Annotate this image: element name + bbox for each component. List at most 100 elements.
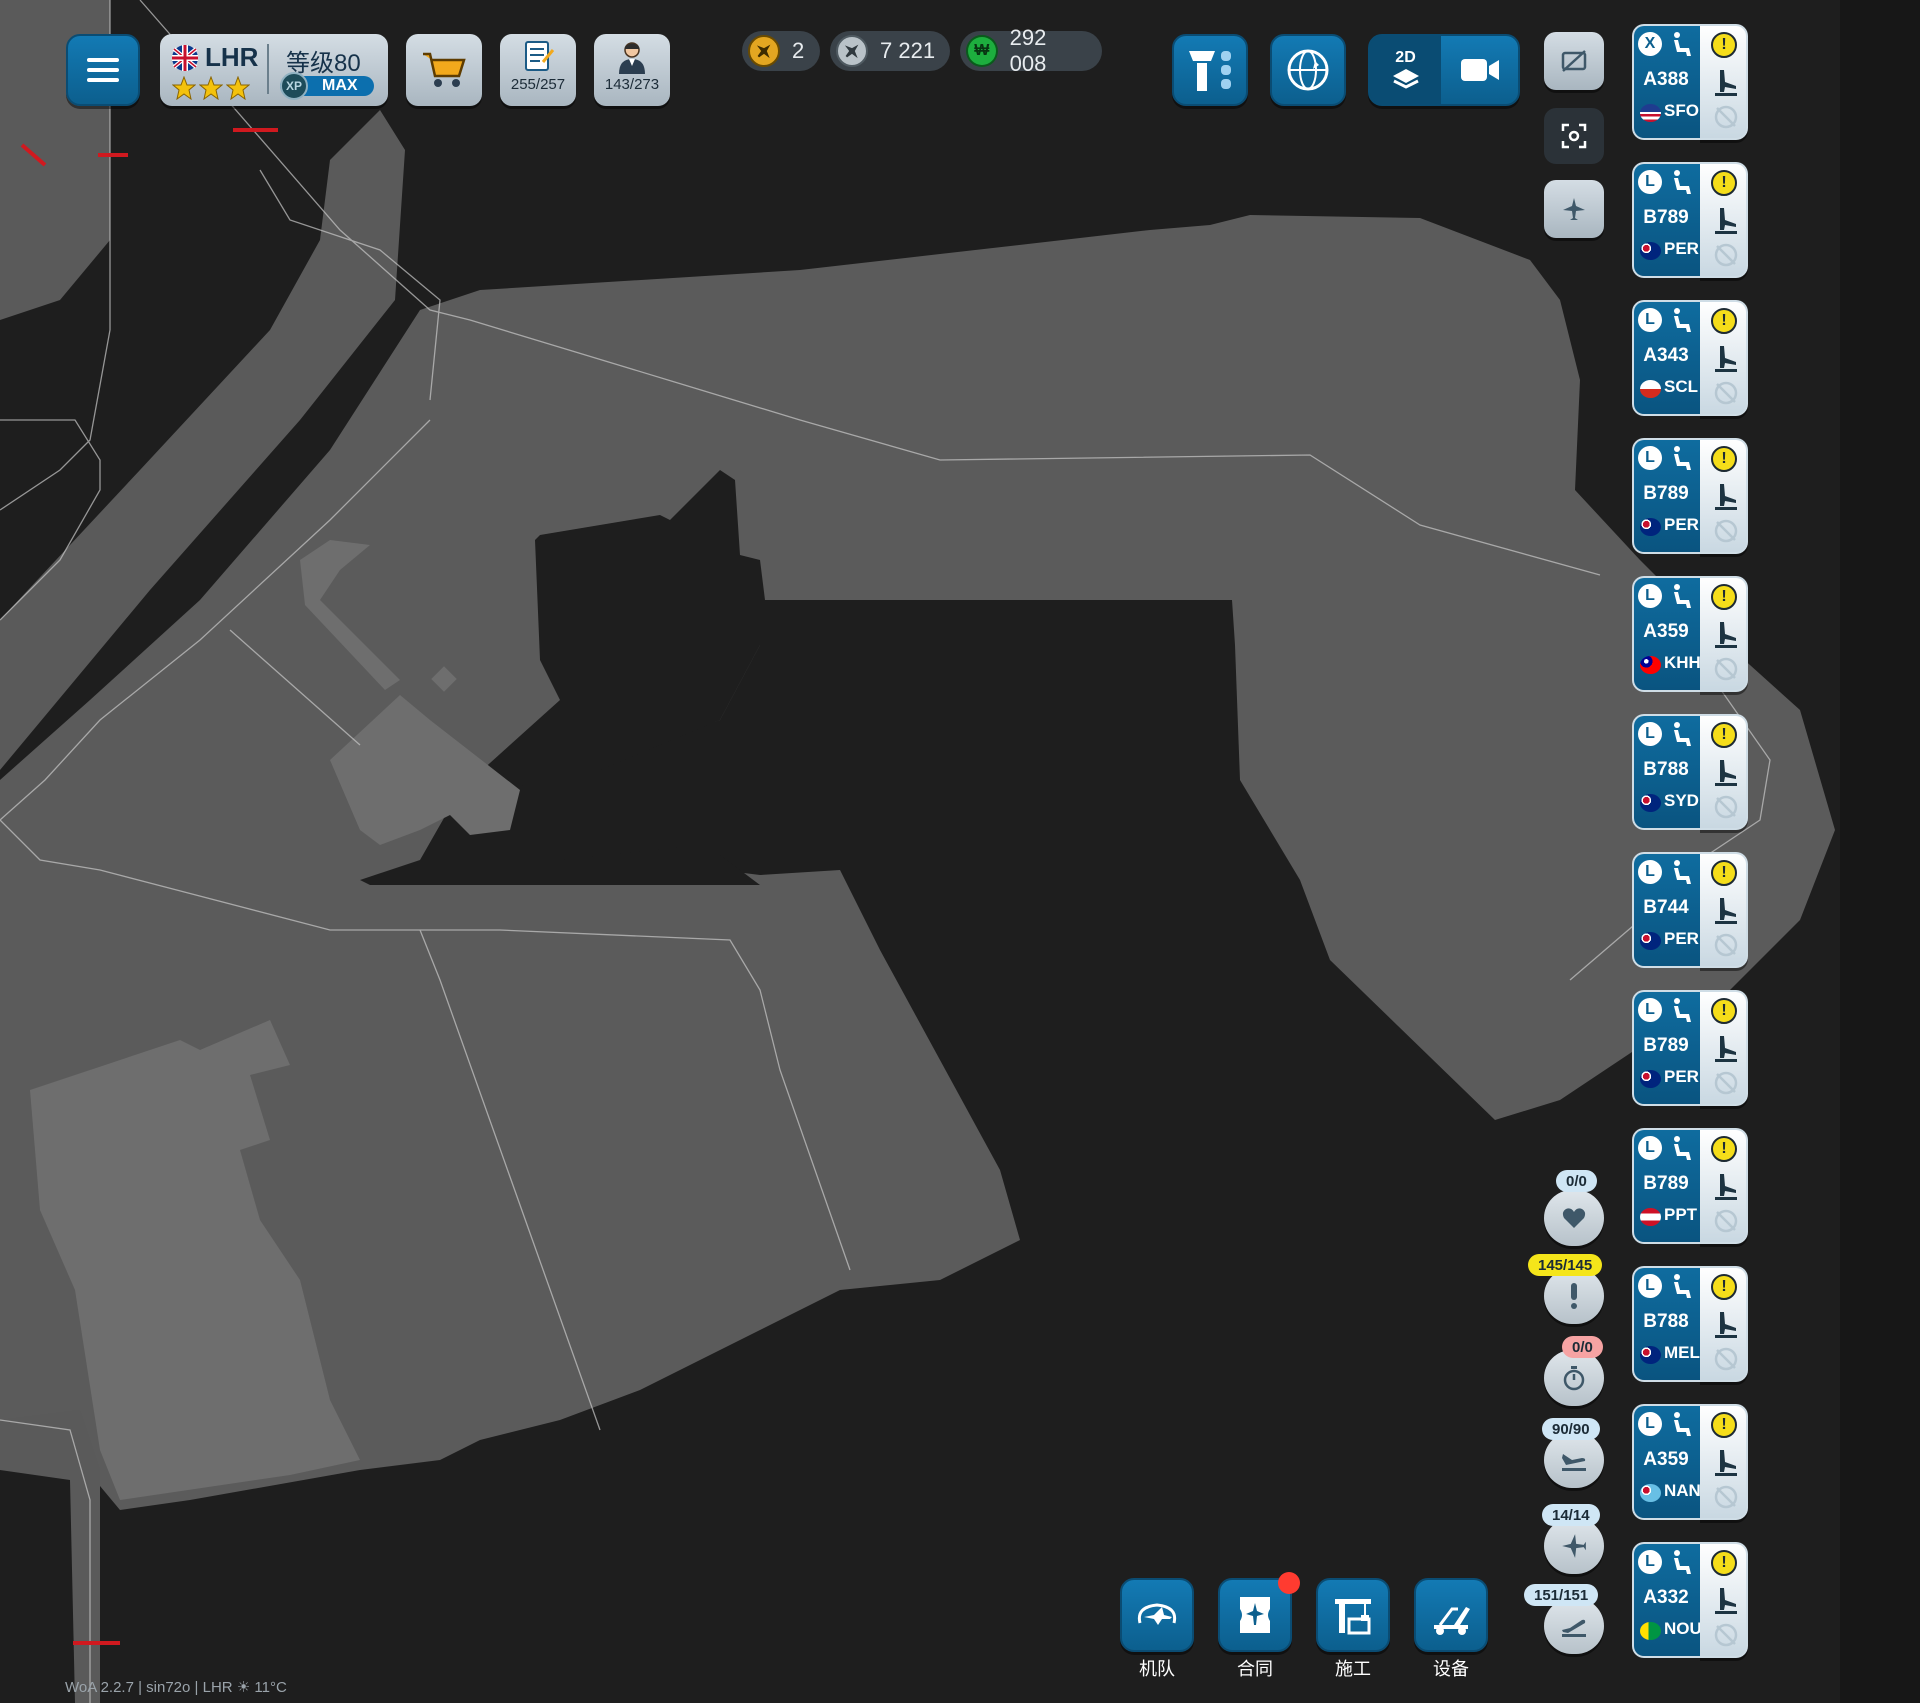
country-flag-icon: [1640, 1070, 1661, 1088]
landing-icon: [1715, 1174, 1737, 1200]
world-map-button[interactable]: [1270, 34, 1346, 106]
view-2d-option[interactable]: 2D: [1370, 36, 1441, 104]
warning-icon: !: [1711, 1136, 1737, 1162]
warning-icon: !: [1711, 722, 1737, 748]
airport-info-card[interactable]: LHR 等级80 XP MAX: [160, 34, 388, 106]
flight-card[interactable]: L A343 SCL!: [1632, 300, 1748, 416]
flight-card[interactable]: L B788 SYD!: [1632, 714, 1748, 830]
destination-code: MEL: [1664, 1343, 1700, 1362]
alerts-button[interactable]: [1544, 1268, 1604, 1324]
departures-badge: 151/151: [1524, 1584, 1599, 1606]
contracts-counter-button[interactable]: 255/257: [500, 34, 576, 106]
staff-counter-button[interactable]: 143/273: [594, 34, 670, 106]
alerts-badge: 145/145: [1528, 1254, 1603, 1276]
timer-disabled-icon: [1714, 1347, 1738, 1371]
timers-button[interactable]: [1544, 1350, 1604, 1406]
passenger-seat-icon: [1674, 1412, 1691, 1436]
landing-icon: [1715, 1588, 1737, 1614]
favorites-button[interactable]: [1544, 1190, 1604, 1246]
passenger-seat-icon: [1674, 308, 1691, 332]
timer-disabled-icon: [1714, 519, 1738, 543]
hide-ui-button[interactable]: [1544, 32, 1604, 90]
shopping-cart-icon: [423, 52, 466, 87]
document-icon: [525, 41, 555, 71]
crane-icon: [1335, 1599, 1371, 1635]
flight-card[interactable]: L B744 PER!: [1632, 852, 1748, 968]
flight-card[interactable]: L B789 PPT!: [1632, 1128, 1748, 1244]
flight-class-badge: L: [1638, 446, 1662, 470]
flight-card[interactable]: L A359 KHH!: [1632, 576, 1748, 692]
aircraft-view-button[interactable]: [1544, 180, 1604, 238]
flight-card[interactable]: L A359 NAN!: [1632, 1404, 1748, 1520]
planes-value: 2: [792, 38, 805, 63]
passenger-seat-icon: [1674, 170, 1691, 194]
country-flag-icon: [1640, 1622, 1661, 1640]
flight-card[interactable]: L B788 MEL!: [1632, 1266, 1748, 1382]
shop-button[interactable]: [406, 34, 482, 106]
departures-button[interactable]: [1544, 1598, 1604, 1654]
timer-disabled-icon: [1714, 1485, 1738, 1509]
flight-card[interactable]: L B789 PER!: [1632, 162, 1748, 278]
flight-class-badge: L: [1638, 170, 1662, 194]
timers-badge: 0/0: [1562, 1336, 1603, 1358]
passenger-seat-icon: [1674, 998, 1691, 1022]
warning-icon: !: [1711, 170, 1737, 196]
passenger-seat-icon: [1674, 32, 1691, 56]
arrivals-badge: 90/90: [1542, 1418, 1600, 1440]
airport-code: LHR: [205, 42, 259, 72]
taxiway-area: [0, 1410, 100, 1703]
flight-class-badge: X: [1638, 32, 1662, 56]
fleet-button[interactable]: [1120, 1578, 1194, 1652]
warning-icon: !: [1711, 1274, 1737, 1300]
passenger-seat-icon: [1674, 446, 1691, 470]
divider: [267, 44, 269, 94]
flight-class-badge: L: [1638, 584, 1662, 608]
star-rating: [172, 76, 250, 100]
destination-code: PPT: [1664, 1205, 1698, 1224]
aircraft-type: B788: [1643, 759, 1689, 780]
destination-code: PER: [1664, 929, 1699, 948]
timer-disabled-icon: [1714, 1209, 1738, 1233]
passenger-seat-icon: [1674, 722, 1691, 746]
equipment-button[interactable]: [1414, 1578, 1488, 1652]
flight-card[interactable]: L B789 PER!: [1632, 438, 1748, 554]
money-resource[interactable]: ₩ 292 008: [960, 25, 1102, 76]
screenshot-button[interactable]: [1544, 108, 1604, 164]
landing-icon: [1715, 208, 1737, 234]
flight-card[interactable]: L B789 PER!: [1632, 990, 1748, 1106]
airborne-badge: 14/14: [1542, 1504, 1600, 1526]
contracts-count: 255/257: [510, 76, 566, 93]
landing-icon: [1715, 1450, 1737, 1476]
layers-icon: [1392, 69, 1419, 89]
hide-ui-icon: [1561, 50, 1587, 72]
warning-icon: !: [1711, 860, 1737, 886]
view-mode-toggle[interactable]: 2D: [1368, 34, 1520, 106]
money-value: 292 008: [1009, 25, 1047, 76]
destination-code: SFO: [1664, 101, 1699, 120]
tower-lights-button[interactable]: [1172, 34, 1248, 106]
landing-icon: [1715, 898, 1737, 924]
fleet-plane-icon: [1137, 1603, 1177, 1625]
arrivals-button[interactable]: [1544, 1432, 1604, 1488]
planes-resource[interactable]: 2: [742, 31, 820, 71]
flight-class-badge: L: [1638, 1274, 1662, 1298]
favorites-badge: 0/0: [1556, 1170, 1597, 1192]
country-flag-icon: [1640, 518, 1661, 536]
flight-class-badge: L: [1638, 998, 1662, 1022]
exclamation-icon: [1571, 1283, 1577, 1309]
coins-resource[interactable]: 7 221: [830, 31, 950, 71]
camera-option[interactable]: [1441, 36, 1518, 104]
control-tower-icon: [1189, 51, 1231, 91]
aircraft-type: B789: [1643, 1035, 1689, 1056]
menu-button[interactable]: [66, 34, 140, 106]
construction-button[interactable]: [1316, 1578, 1390, 1652]
airborne-button[interactable]: [1544, 1518, 1604, 1574]
destination-code: NOU: [1664, 1619, 1702, 1638]
destination-code: NAN: [1664, 1481, 1701, 1500]
flight-card[interactable]: L A332 NOU!: [1632, 1542, 1748, 1658]
staff-count: 143/273: [604, 76, 660, 93]
timer-disabled-icon: [1714, 1623, 1738, 1647]
aircraft-type: B789: [1643, 1173, 1689, 1194]
timer-disabled-icon: [1714, 381, 1738, 405]
flight-card[interactable]: X A388 SFO!: [1632, 24, 1748, 140]
